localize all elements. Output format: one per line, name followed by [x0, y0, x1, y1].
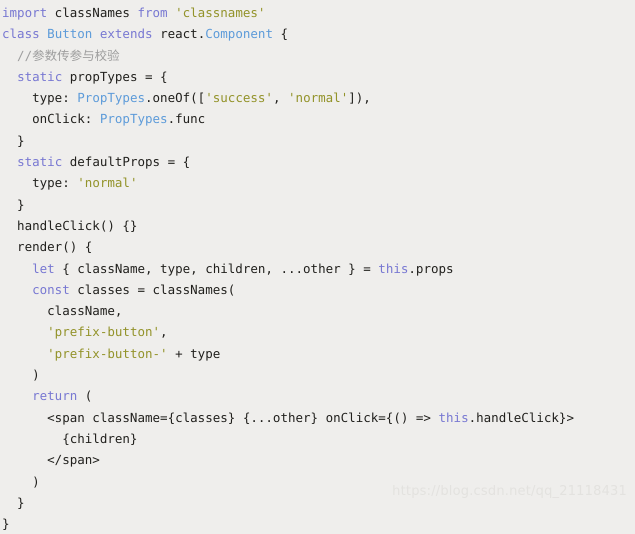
- code-token-pln: <span className={classes} {...other} onC…: [2, 409, 439, 425]
- code-token-pln: { className, type, children, ...other } …: [54, 260, 379, 276]
- code-token-pln: </span>: [2, 452, 100, 468]
- code-token-pln: onClick:: [2, 111, 100, 127]
- code-token-pln: ): [2, 473, 40, 489]
- code-line: type: PropTypes.oneOf(['success', 'norma…: [2, 87, 635, 108]
- code-listing[interactable]: import classNames from 'classnames' class…: [2, 2, 635, 534]
- code-token-typ: Button: [47, 26, 93, 42]
- code-token-pln: ): [2, 367, 40, 383]
- code-token-pln: [2, 324, 47, 339]
- code-token-pln: {children}: [2, 430, 138, 446]
- code-token-str: 'prefix-button': [47, 324, 161, 340]
- code-line: 'prefix-button',: [2, 321, 635, 342]
- code-token-kw: extends: [99, 26, 153, 42]
- code-line: onClick: PropTypes.func: [2, 108, 635, 129]
- code-token-str: 'normal': [77, 175, 138, 191]
- code-token-kw: class: [2, 26, 40, 42]
- code-token-pln: [2, 69, 17, 84]
- code-token-kw: this: [378, 260, 409, 276]
- code-token-typ: Component: [205, 26, 273, 42]
- code-token-pln: }: [2, 494, 25, 510]
- code-line: import classNames from 'classnames': [2, 2, 635, 23]
- code-token-str: 'success': [205, 90, 273, 106]
- code-token-str: 'normal': [288, 90, 349, 106]
- code-token-kw: return: [32, 388, 78, 404]
- code-token-kw: const: [32, 281, 70, 297]
- code-line: render() {: [2, 236, 635, 257]
- code-token-kw: let: [32, 260, 55, 276]
- code-token-pln: className,: [2, 303, 123, 319]
- code-line: }: [2, 513, 635, 534]
- code-line: <span className={classes} {...other} onC…: [2, 407, 635, 428]
- code-token-pln: [2, 346, 47, 361]
- code-token-pln: [2, 154, 17, 169]
- code-token-cmt: //参数传参与校验: [2, 47, 120, 63]
- code-token-pln: classes = classNames(: [69, 281, 236, 297]
- code-token-kw: this: [438, 409, 469, 425]
- code-token-pln: [2, 282, 32, 297]
- code-token-pln: }: [2, 196, 25, 212]
- code-token-typ: PropTypes: [77, 90, 145, 106]
- code-token-pln: classNames: [47, 5, 138, 20]
- code-token-pln: [92, 26, 100, 41]
- code-token-pln: + type: [167, 345, 221, 361]
- code-token-pln: (: [77, 388, 93, 404]
- code-line: }: [2, 194, 635, 215]
- code-token-pln: [2, 261, 32, 276]
- code-token-kw: import: [2, 5, 48, 20]
- code-token-pln: propTypes = {: [62, 68, 168, 84]
- code-token-pln: type:: [2, 90, 78, 106]
- code-line: static defaultProps = {: [2, 151, 635, 172]
- code-token-pln: .handleClick}>: [468, 409, 574, 425]
- code-token-pln: ]),: [348, 90, 371, 106]
- code-line: {children}: [2, 428, 635, 449]
- code-token-pln: type:: [2, 175, 78, 191]
- code-token-pln: .oneOf([: [145, 90, 206, 106]
- code-token-str: 'prefix-button-': [47, 345, 168, 361]
- code-line: //参数传参与校验: [2, 45, 635, 66]
- code-line: return (: [2, 385, 635, 406]
- code-line: }: [2, 130, 635, 151]
- code-token-pln: }: [2, 516, 10, 532]
- code-line: ): [2, 364, 635, 385]
- code-line: type: 'normal': [2, 172, 635, 193]
- code-screenshot-surface: import classNames from 'classnames' class…: [0, 0, 635, 531]
- code-token-kw: from: [137, 5, 168, 20]
- code-token-pln: [2, 388, 32, 403]
- code-line: const classes = classNames(: [2, 279, 635, 300]
- code-token-pln: {: [272, 26, 289, 42]
- code-token-pln: }: [2, 132, 25, 148]
- code-line: static propTypes = {: [2, 66, 635, 87]
- code-line: className,: [2, 300, 635, 321]
- code-token-pln: react.: [152, 26, 206, 42]
- watermark-url: https://blog.csdn.net/qq_21118431: [392, 484, 627, 499]
- code-line: </span>: [2, 449, 635, 470]
- code-token-kw: static: [17, 154, 63, 170]
- code-line: let { className, type, children, ...othe…: [2, 258, 635, 279]
- code-token-pln: defaultProps = {: [62, 154, 191, 170]
- code-token-pln: [168, 5, 176, 20]
- code-token-pln: handleClick() {}: [2, 217, 138, 233]
- code-token-str: 'classnames': [175, 5, 266, 20]
- code-token-pln: .props: [408, 260, 454, 276]
- code-token-typ: PropTypes: [99, 111, 168, 127]
- code-token-pln: ,: [272, 90, 289, 106]
- code-token-pln: ,: [160, 324, 168, 340]
- code-line: 'prefix-button-' + type: [2, 343, 635, 364]
- code-token-pln: render() {: [2, 239, 93, 255]
- code-token-kw: static: [17, 68, 63, 84]
- code-token-pln: .func: [167, 111, 206, 127]
- code-line: handleClick() {}: [2, 215, 635, 236]
- code-line: class Button extends react.Component {: [2, 23, 635, 44]
